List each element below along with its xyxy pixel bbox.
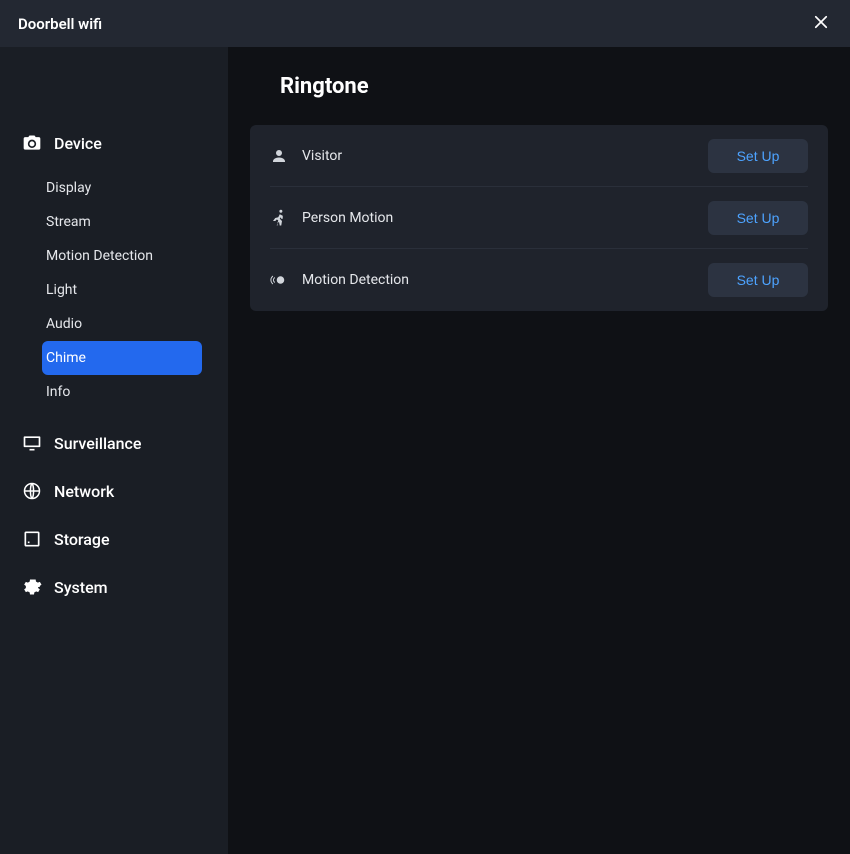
window-header: Doorbell wifi (0, 0, 850, 47)
sidebar-item-stream[interactable]: Stream (42, 205, 202, 239)
sidebar: Device Display Stream Motion Detection L… (0, 47, 228, 854)
sidebar-item-label: Chime (46, 350, 86, 366)
close-button[interactable] (810, 13, 832, 35)
setup-button-person-motion[interactable]: Set Up (708, 201, 808, 235)
globe-icon (22, 481, 42, 501)
sidebar-section-device[interactable]: Device (0, 119, 228, 167)
sidebar-item-label: Info (46, 384, 70, 400)
close-icon (812, 13, 830, 35)
sidebar-section-storage[interactable]: Storage (0, 515, 228, 563)
sidebar-item-display[interactable]: Display (42, 171, 202, 205)
person-icon (270, 147, 288, 165)
row-label: Visitor (302, 148, 342, 164)
running-icon (270, 209, 288, 227)
ringtone-panel: Visitor Set Up Person Motion Set Up (250, 125, 828, 311)
sidebar-section-network[interactable]: Network (0, 467, 228, 515)
sidebar-section-label: Network (54, 482, 114, 501)
sidebar-item-chime[interactable]: Chime (42, 341, 202, 375)
setup-button-visitor[interactable]: Set Up (708, 139, 808, 173)
gear-icon (22, 577, 42, 597)
sidebar-section-label: Device (54, 134, 102, 153)
sidebar-section-label: Storage (54, 530, 110, 549)
ringtone-row-person-motion: Person Motion Set Up (270, 187, 808, 249)
sidebar-item-light[interactable]: Light (42, 273, 202, 307)
sidebar-section-label: Surveillance (54, 434, 141, 453)
sidebar-item-label: Motion Detection (46, 248, 153, 264)
page-title: Ringtone (280, 74, 369, 99)
page-header: Ringtone (250, 47, 828, 125)
monitor-icon (22, 433, 42, 453)
sidebar-item-label: Audio (46, 316, 82, 332)
ringtone-row-motion-detection: Motion Detection Set Up (270, 249, 808, 311)
setup-button-motion-detection[interactable]: Set Up (708, 263, 808, 297)
row-label: Motion Detection (302, 272, 409, 288)
motion-ball-icon (270, 271, 288, 289)
window-title: Doorbell wifi (18, 15, 102, 33)
sidebar-item-motion-detection[interactable]: Motion Detection (42, 239, 202, 273)
row-left: Person Motion (270, 209, 393, 227)
row-left: Visitor (270, 147, 342, 165)
sidebar-item-label: Display (46, 180, 91, 196)
sidebar-item-label: Light (46, 282, 77, 298)
sidebar-item-label: Stream (46, 214, 91, 230)
camera-icon (22, 133, 42, 153)
back-button[interactable] (250, 76, 270, 96)
sidebar-subnav-device: Display Stream Motion Detection Light Au… (0, 171, 228, 409)
sidebar-section-surveillance[interactable]: Surveillance (0, 419, 228, 467)
row-left: Motion Detection (270, 271, 409, 289)
sidebar-item-audio[interactable]: Audio (42, 307, 202, 341)
sidebar-section-system[interactable]: System (0, 563, 228, 611)
ringtone-row-visitor: Visitor Set Up (270, 125, 808, 187)
main-content: Ringtone Visitor Set Up Person Motion (228, 47, 850, 854)
row-label: Person Motion (302, 210, 393, 226)
sidebar-item-info[interactable]: Info (42, 375, 202, 409)
sidebar-section-label: System (54, 578, 108, 597)
disk-icon (22, 529, 42, 549)
